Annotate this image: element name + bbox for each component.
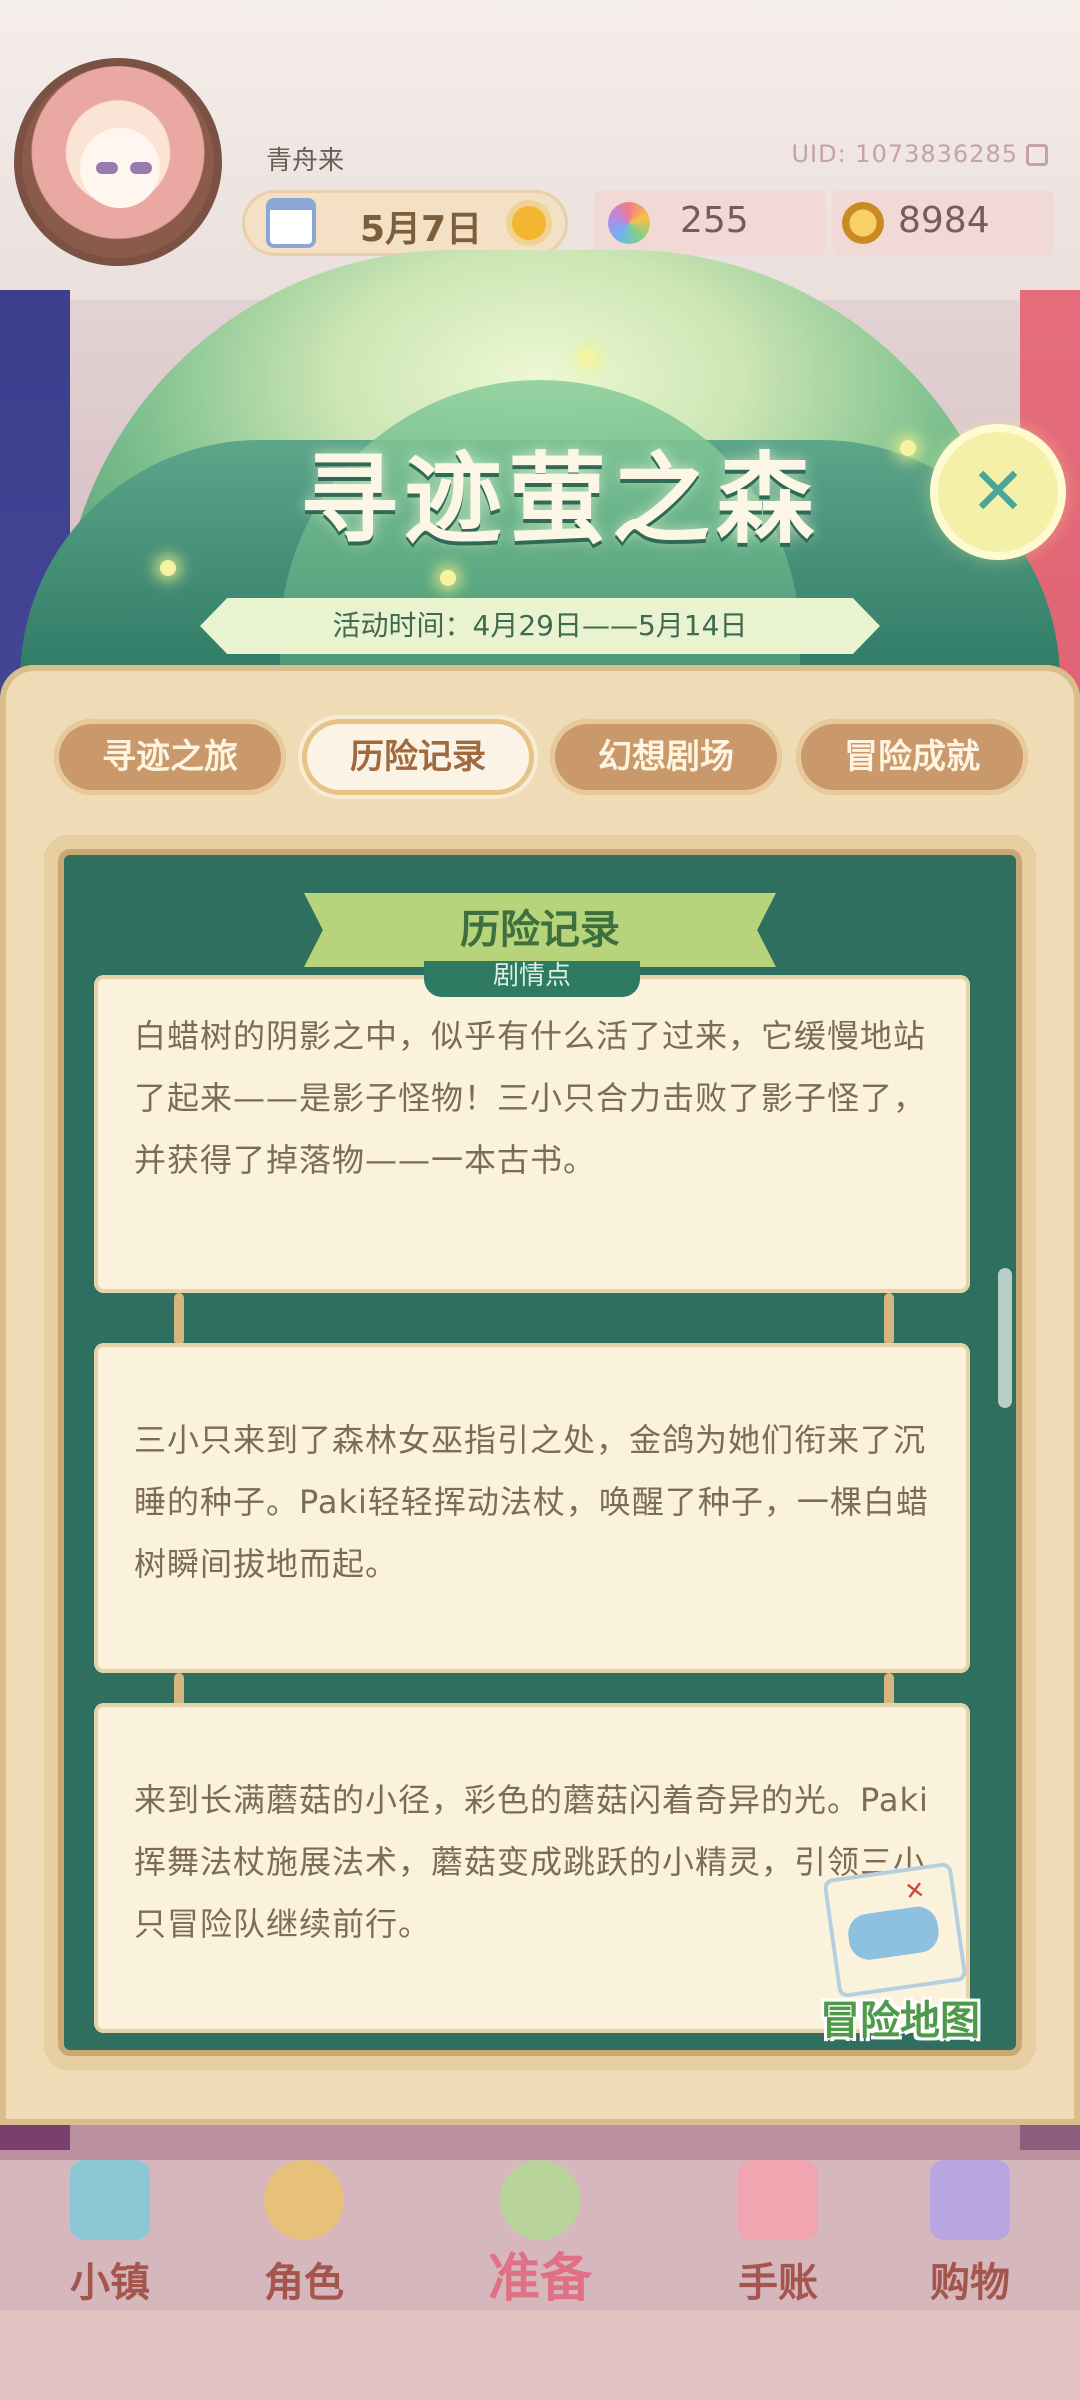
hanging-rope bbox=[884, 1293, 894, 1345]
avatar-eye-right bbox=[130, 162, 152, 174]
hanging-rope bbox=[174, 1293, 184, 1345]
nav-label: 角色 bbox=[264, 2260, 344, 2306]
log-card: 三小只来到了森林女巫指引之处，金鸽为她们衔来了沉睡的种子。Paki轻轻挥动法杖，… bbox=[94, 1343, 970, 1673]
log-card: 剧情点 白蜡树的阴影之中，似乎有什么活了过来，它缓慢地站了起来——是影子怪物！三… bbox=[94, 961, 970, 1293]
event-time-ribbon: 活动时间：4月29日——5月14日 bbox=[200, 598, 880, 654]
nav-label: 小镇 bbox=[70, 2260, 150, 2306]
nav-town[interactable]: 小镇 bbox=[40, 2160, 180, 2310]
avatar-eye-left bbox=[96, 162, 118, 174]
bottom-strip bbox=[0, 2310, 1080, 2400]
nav-label: 准备 bbox=[487, 2249, 592, 2309]
plot-point-tag: 剧情点 bbox=[424, 961, 640, 997]
bunny-character-icon bbox=[264, 2160, 344, 2240]
uid-display[interactable]: UID: 1073836285 bbox=[791, 140, 1048, 168]
nav-prepare[interactable]: 准备 bbox=[470, 2160, 610, 2310]
nav-label: 手账 bbox=[738, 2260, 818, 2306]
nav-journal[interactable]: 手账 bbox=[708, 2160, 848, 2310]
coin-icon bbox=[842, 202, 884, 244]
log-card-text: 白蜡树的阴影之中，似乎有什么活了过来，它缓慢地站了起来——是影子怪物！三小只合力… bbox=[134, 1017, 927, 1179]
adventure-map-label: 冒险地图 bbox=[820, 1998, 980, 2044]
event-title: 寻迹萤之森 bbox=[299, 442, 820, 557]
player-avatar[interactable] bbox=[14, 58, 222, 266]
board-title: 历险记录 bbox=[304, 893, 776, 967]
nav-character[interactable]: 角色 bbox=[234, 2160, 374, 2310]
shopping-bag-icon bbox=[930, 2160, 1010, 2240]
firefly-icon bbox=[900, 440, 916, 456]
uid-text: UID: 1073836285 bbox=[791, 140, 1018, 168]
rainbow-gem-icon bbox=[608, 202, 650, 244]
username: 青舟来 bbox=[266, 146, 345, 176]
tab-achievements[interactable]: 冒险成就 bbox=[796, 719, 1028, 795]
nav-shopping[interactable]: 购物 bbox=[900, 2160, 1040, 2310]
bouquet-icon bbox=[500, 2160, 580, 2240]
firefly-icon bbox=[580, 350, 596, 366]
tab-journey[interactable]: 寻迹之旅 bbox=[54, 719, 286, 795]
close-button[interactable]: ✕ bbox=[938, 432, 1058, 552]
tab-fantasy-theater[interactable]: 幻想剧场 bbox=[550, 719, 782, 795]
tab-bar: 寻迹之旅 历险记录 幻想剧场 冒险成就 bbox=[40, 705, 1040, 805]
journal-icon bbox=[738, 2160, 818, 2240]
tab-adventure-log[interactable]: 历险记录 bbox=[302, 719, 534, 795]
log-scrollbar[interactable] bbox=[998, 1268, 1012, 1408]
treasure-map-icon: ✕ bbox=[822, 1861, 968, 1999]
log-card-text: 三小只来到了森林女巫指引之处，金鸽为她们衔来了沉睡的种子。Paki轻轻挥动法杖，… bbox=[134, 1421, 929, 1583]
sun-icon bbox=[512, 206, 546, 240]
coin-count: 8984 bbox=[898, 200, 990, 241]
nav-label: 购物 bbox=[930, 2260, 1010, 2306]
copy-icon[interactable] bbox=[1026, 144, 1048, 166]
firefly-icon bbox=[440, 570, 456, 586]
firefly-icon bbox=[160, 560, 176, 576]
bottom-nav: 小镇 角色 准备 手账 购物 bbox=[0, 2160, 1080, 2310]
town-map-icon bbox=[70, 2160, 150, 2240]
close-icon: ✕ bbox=[970, 453, 1026, 530]
gem-count: 255 bbox=[680, 200, 749, 241]
adventure-map-button[interactable]: ✕ 冒险地图 bbox=[810, 1861, 990, 2044]
